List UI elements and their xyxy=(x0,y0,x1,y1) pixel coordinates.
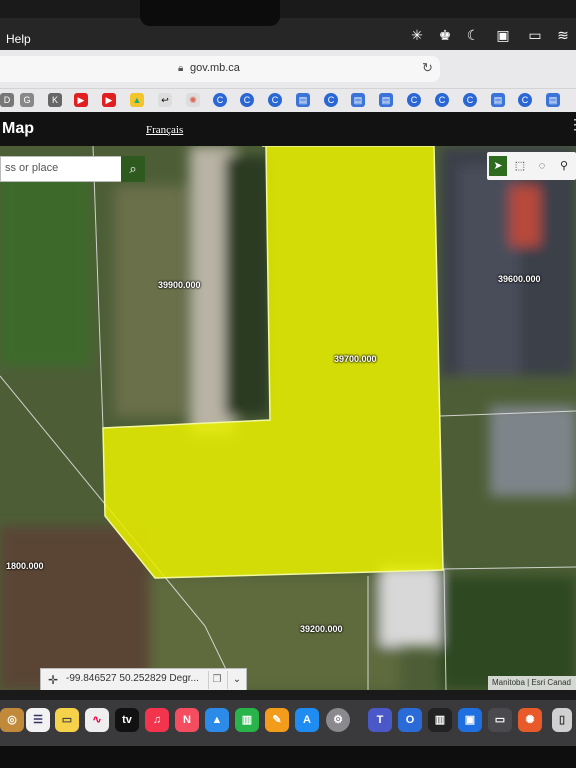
app-icon[interactable]: ◎ xyxy=(0,708,24,732)
map-view[interactable]: ⌕ ➤ ⬚ ◌ ⚲ 39900.000 39600.000 39700.000 … xyxy=(0,146,576,690)
url-text[interactable]: gov.mb.ca xyxy=(190,62,240,74)
rectangle-select-icon[interactable]: ⬚ xyxy=(511,156,529,176)
lasso-select-icon[interactable]: ◌ xyxy=(533,156,551,176)
freeform-icon[interactable]: ∿ xyxy=(85,708,109,732)
parcel-label: 1800.000 xyxy=(6,561,44,571)
bookmark-icon[interactable]: ✺ xyxy=(186,93,200,107)
drive-icon[interactable]: ▲ xyxy=(130,93,144,107)
search-button[interactable]: ⌕ xyxy=(121,156,145,182)
bookmark-icon[interactable]: C xyxy=(213,93,227,107)
coordinate-bar: ✛ -99.846527 50.252829 Degr... ❐ ⌄ xyxy=(40,668,247,690)
bookmark-icon[interactable]: D xyxy=(0,93,14,107)
bookmark-icon[interactable]: C xyxy=(518,93,532,107)
bookmark-icon[interactable]: C xyxy=(463,93,477,107)
music-icon[interactable]: ♫ xyxy=(145,708,169,732)
bookmarks-bar: D G K ▶ ▶ ▲ ↩ ✺ C C C ▤ C ▤ ▤ C C C ▤ C … xyxy=(0,88,576,113)
pages-icon[interactable]: ✎ xyxy=(265,708,289,732)
bookmark-icon[interactable]: ↩ xyxy=(158,93,172,107)
bookmark-icon[interactable]: ▤ xyxy=(351,93,365,107)
browser-toolbar: 🔒︎ gov.mb.ca ↻ xyxy=(0,50,576,90)
settings-icon[interactable]: ⚙ xyxy=(326,708,350,732)
bookmark-icon[interactable]: ▤ xyxy=(491,93,505,107)
family-icon[interactable]: ♚ xyxy=(436,26,454,44)
parcel-label: 39600.000 xyxy=(498,274,541,284)
moon-icon[interactable]: ☾ xyxy=(464,26,482,44)
bookmark-icon[interactable]: ▤ xyxy=(546,93,560,107)
app-icon[interactable]: ✺ xyxy=(518,708,542,732)
keynote-icon[interactable]: ▲ xyxy=(205,708,229,732)
appletv-icon[interactable]: tv xyxy=(115,708,139,732)
screen-bezel xyxy=(0,746,576,768)
menu-help[interactable]: Help xyxy=(6,32,31,46)
screen-icon[interactable]: ▭ xyxy=(488,708,512,732)
outlook-icon[interactable]: O xyxy=(398,708,422,732)
bookmark-icon[interactable]: C xyxy=(240,93,254,107)
attribution: Manitoba | Esri Canad xyxy=(488,676,576,690)
battery-icon[interactable]: ▭ xyxy=(524,26,546,44)
chevron-down-icon[interactable]: ⌄ xyxy=(227,671,246,689)
notes-icon[interactable]: ▭ xyxy=(55,708,79,732)
piano-icon[interactable]: ▥ xyxy=(428,708,452,732)
parcel-label: 39900.000 xyxy=(158,280,201,290)
select-pointer-icon[interactable]: ➤ xyxy=(489,156,507,176)
search-icon: ⌕ xyxy=(129,161,137,176)
search-input[interactable] xyxy=(1,157,121,179)
reminders-icon[interactable]: ☰ xyxy=(26,708,50,732)
app-header: Map Français ⋮ xyxy=(0,112,576,146)
bookmark-icon[interactable]: ▤ xyxy=(296,93,310,107)
teams-icon[interactable]: T xyxy=(368,708,392,732)
appstore-icon[interactable]: A xyxy=(295,708,319,732)
more-menu-icon[interactable]: ⋮ xyxy=(568,116,576,133)
bookmark-icon[interactable]: K xyxy=(48,93,62,107)
youtube-icon[interactable]: ▶ xyxy=(102,93,116,107)
preview-icon[interactable]: ▣ xyxy=(458,708,482,732)
brightness-icon[interactable]: ✳ xyxy=(408,26,426,44)
map-imagery xyxy=(0,146,576,690)
coordinate-readout: -99.846527 50.252829 Degr... xyxy=(66,673,199,684)
map-tools: ➤ ⬚ ◌ ⚲ xyxy=(487,152,576,180)
reload-icon[interactable]: ↻ xyxy=(422,60,433,76)
trash-icon[interactable]: ▯ xyxy=(552,708,572,732)
bookmark-icon[interactable]: ▤ xyxy=(379,93,393,107)
bookmark-icon[interactable]: C xyxy=(268,93,282,107)
bookmark-icon[interactable]: C xyxy=(324,93,338,107)
app-title: Map xyxy=(2,120,34,137)
news-icon[interactable]: N xyxy=(175,708,199,732)
dock: ◎ ☰ ▭ ∿ tv ♫ N ▲ ▥ ✎ A ⚙ T O ▥ ▣ ▭ ✺ ▯ xyxy=(0,700,576,746)
wifi-icon[interactable]: ≋ xyxy=(554,26,572,44)
lock-icon: 🔒︎ xyxy=(178,63,184,74)
numbers-icon[interactable]: ▥ xyxy=(235,708,259,732)
bookmark-icon[interactable]: G xyxy=(20,93,34,107)
parcel-label: 39700.000 xyxy=(334,354,377,364)
language-link[interactable]: Français xyxy=(146,124,183,136)
search-box[interactable] xyxy=(0,156,122,182)
youtube-icon[interactable]: ▶ xyxy=(74,93,88,107)
copy-icon[interactable]: ❐ xyxy=(208,671,225,689)
parcel-label: 39200.000 xyxy=(300,624,343,634)
address-bar[interactable]: 🔒︎ gov.mb.ca ↻ xyxy=(0,56,440,82)
camera-notch xyxy=(140,0,280,26)
crosshair-icon[interactable]: ✛ xyxy=(44,671,62,689)
window-icon[interactable]: ▣ xyxy=(494,26,512,44)
bookmark-icon[interactable]: C xyxy=(407,93,421,107)
bookmark-icon[interactable]: C xyxy=(435,93,449,107)
location-pin-icon[interactable]: ⚲ xyxy=(555,156,573,176)
